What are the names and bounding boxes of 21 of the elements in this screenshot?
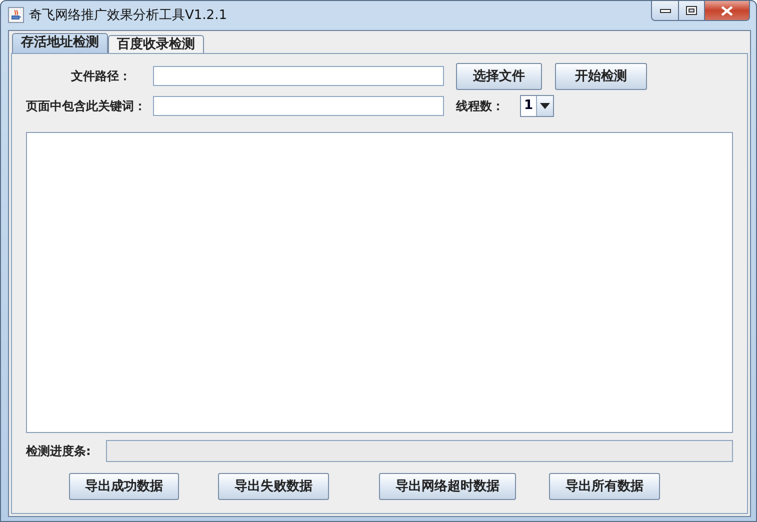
tab[interactable]: 存活地址检测 bbox=[12, 33, 108, 53]
tab[interactable]: 百度收录检测 bbox=[108, 35, 204, 53]
export-button[interactable]: 导出成功数据 bbox=[69, 472, 179, 500]
file-path-field[interactable] bbox=[153, 66, 444, 86]
thread-count-dropdown[interactable]: 1 bbox=[520, 95, 554, 117]
keyword-field[interactable] bbox=[153, 96, 444, 116]
caret-icon bbox=[540, 103, 550, 109]
maximize-icon[interactable] bbox=[686, 6, 697, 15]
export-button[interactable]: 导出所有数据 bbox=[549, 472, 660, 500]
window-title: 奇飞网络推广效果分析工具V1.2.1 bbox=[29, 7, 227, 24]
start-button[interactable]: 开始检测 bbox=[555, 62, 647, 90]
field-label: 文件路径： bbox=[70, 68, 132, 84]
close-icon[interactable] bbox=[721, 6, 733, 16]
choose-file-button[interactable]: 选择文件 bbox=[456, 62, 542, 90]
export-button[interactable]: 导出网络超时数据 bbox=[379, 472, 516, 500]
coffee-cup-icon bbox=[8, 7, 24, 23]
minimize-icon[interactable] bbox=[660, 8, 670, 12]
progress-label: 检测进度条: bbox=[26, 442, 92, 460]
field-label: 页面中包含此关键词： bbox=[26, 98, 147, 114]
export-button[interactable]: 导出失败数据 bbox=[218, 472, 329, 500]
field-label: 线程数： bbox=[456, 98, 505, 114]
